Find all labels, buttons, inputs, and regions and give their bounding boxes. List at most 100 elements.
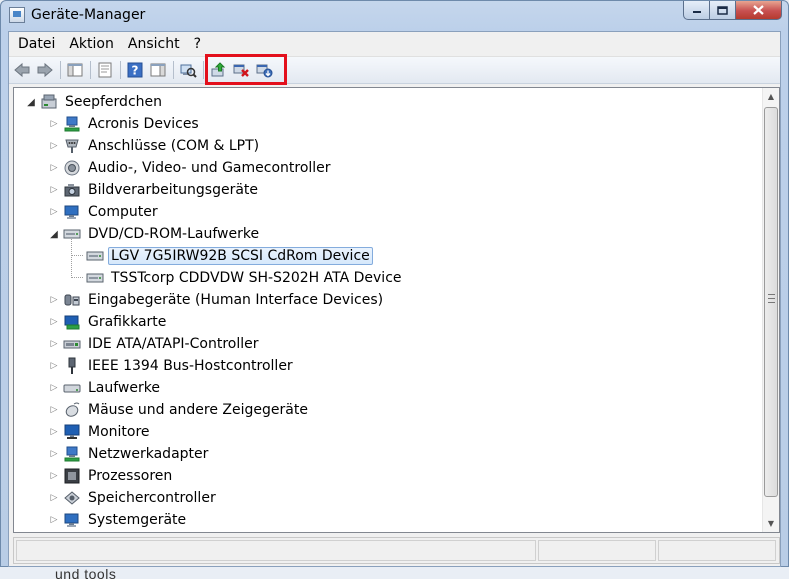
port-icon	[63, 137, 81, 155]
hid-icon	[63, 291, 81, 309]
expand-arrow-icon[interactable]: ▷	[47, 469, 61, 483]
menu-ansicht[interactable]: Ansicht	[121, 36, 187, 52]
collapse-arrow-icon[interactable]: ◢	[47, 227, 61, 241]
menu-bar: Datei Aktion Ansicht ?	[9, 32, 780, 57]
tree-category[interactable]: ▷ Prozessoren	[47, 465, 175, 487]
minimize-button[interactable]	[683, 1, 710, 20]
tree-category[interactable]: ▷ Speichercontroller	[47, 487, 219, 509]
tree-category[interactable]: ▷ Acronis Devices	[47, 113, 202, 135]
expand-arrow-icon[interactable]: ▷	[47, 161, 61, 175]
tree-connector	[71, 277, 83, 278]
expand-arrow-icon[interactable]: ▷	[47, 183, 61, 197]
svg-text:?: ?	[132, 64, 139, 78]
console-tree-icon	[67, 63, 83, 77]
scroll-up-arrow-icon[interactable]: ▲	[763, 88, 779, 105]
status-panel	[658, 540, 776, 561]
console-tree-button[interactable]	[65, 60, 85, 80]
collapse-arrow-icon[interactable]: ◢	[24, 95, 38, 109]
camera-icon	[63, 181, 81, 199]
forward-button[interactable]	[35, 60, 55, 80]
computer-icon	[63, 203, 81, 221]
tree-category[interactable]: ▷ Systemgeräte	[47, 509, 189, 531]
expand-arrow-icon[interactable]: ▷	[47, 491, 61, 505]
close-button[interactable]	[736, 1, 782, 20]
title-bar[interactable]: Geräte-Manager	[1, 1, 788, 29]
toolbar-separator	[120, 61, 121, 79]
maximize-button[interactable]	[710, 1, 736, 20]
forward-arrow-icon	[37, 62, 53, 78]
tree-category[interactable]: ▷ Anschlüsse (COM & LPT)	[47, 135, 262, 157]
tree-category[interactable]: ▷ Laufwerke	[47, 377, 163, 399]
device-tree-pane: ◢ Seepferdchen ▷ Acronis Devices ▷ Ansch…	[13, 87, 780, 533]
properties-icon	[98, 62, 112, 78]
expand-arrow-icon[interactable]: ▷	[47, 139, 61, 153]
device-manager-window: Geräte-Manager Datei Aktion Ansicht ? ? …	[0, 0, 789, 567]
scan-hardware-button[interactable]	[178, 60, 198, 80]
scroll-down-arrow-icon[interactable]: ▼	[763, 515, 779, 532]
tree-category-label: Laufwerke	[88, 380, 160, 396]
action-pane-button[interactable]	[148, 60, 168, 80]
expand-arrow-icon[interactable]: ▷	[47, 447, 61, 461]
tree-category-label: Grafikkarte	[88, 314, 167, 330]
toolbar-separator	[90, 61, 91, 79]
expand-arrow-icon[interactable]: ▷	[47, 381, 61, 395]
firewire-icon	[63, 357, 81, 375]
menu-help[interactable]: ?	[187, 36, 208, 52]
tree-category[interactable]: ▷ IDE ATA/ATAPI-Controller	[47, 333, 261, 355]
maximize-icon	[717, 5, 728, 15]
help-button[interactable]: ?	[125, 60, 145, 80]
toolbar-separator	[60, 61, 61, 79]
back-button[interactable]	[12, 60, 32, 80]
expand-arrow-icon[interactable]: ▷	[47, 513, 61, 527]
expand-arrow-icon[interactable]: ▷	[47, 293, 61, 307]
scan-hardware-icon	[180, 64, 197, 78]
tree-category-label: Anschlüsse (COM & LPT)	[88, 138, 260, 154]
tree-device-label: TSSTcorp CDDVDW SH-S202H ATA Device	[111, 270, 402, 286]
tree-category-label: Eingabegeräte (Human Interface Devices)	[88, 292, 384, 308]
expand-arrow-icon[interactable]: ▷	[47, 337, 61, 351]
expand-arrow-icon[interactable]: ▷	[47, 117, 61, 131]
menu-aktion[interactable]: Aktion	[62, 36, 121, 52]
expand-arrow-icon[interactable]: ▷	[47, 403, 61, 417]
properties-button[interactable]	[95, 60, 115, 80]
tree-category-label: Acronis Devices	[88, 116, 199, 132]
expand-arrow-icon[interactable]: ▷	[47, 425, 61, 439]
vertical-scrollbar[interactable]: ▲ ▼	[762, 88, 779, 532]
tree-category-label: Systemgeräte	[88, 512, 187, 528]
tree-category[interactable]: ▷ Grafikkarte	[47, 311, 169, 333]
tree-category[interactable]: ▷ Computer	[47, 201, 161, 223]
tree-category[interactable]: ▷ Mäuse und andere Zeigegeräte	[47, 399, 311, 421]
speaker-icon	[63, 159, 81, 177]
tree-category[interactable]: ▷ Audio-, Video- und Gamecontroller	[47, 157, 334, 179]
tree-root[interactable]: ◢ Seepferdchen	[24, 91, 165, 113]
tree-category-label: DVD/CD-ROM-Laufwerke	[88, 226, 260, 242]
device-manager-app-icon[interactable]	[9, 7, 25, 23]
expand-arrow-icon[interactable]: ▷	[47, 205, 61, 219]
tree-root-label: Seepferdchen	[65, 94, 162, 110]
expand-arrow-icon[interactable]: ▷	[47, 359, 61, 373]
tree-category-label: Computer	[88, 204, 158, 220]
scrollbar-thumb[interactable]	[764, 107, 778, 497]
processor-icon	[63, 467, 81, 485]
tree-device-label: LGV 7G5IRW92B SCSI CdRom Device	[108, 247, 373, 265]
toolbar-separator	[173, 61, 174, 79]
background-window-text: und tools	[55, 566, 117, 579]
expand-arrow-icon[interactable]: ▷	[47, 315, 61, 329]
tree-device[interactable]: TSSTcorp CDDVDW SH-S202H ATA Device	[84, 267, 405, 289]
tree-category[interactable]: ▷ Monitore	[47, 421, 153, 443]
help-icon: ?	[127, 62, 143, 78]
tree-category-label: Netzwerkadapter	[88, 446, 209, 462]
client-area: Datei Aktion Ansicht ? ? ◢ Seepferdchen …	[8, 31, 781, 567]
optical-drive-icon	[63, 225, 81, 243]
tree-category[interactable]: ▷ IEEE 1394 Bus-Hostcontroller	[47, 355, 296, 377]
tree-device-selected[interactable]: LGV 7G5IRW92B SCSI CdRom Device	[84, 245, 373, 267]
storage-controller-icon	[63, 489, 81, 507]
menu-datei[interactable]: Datei	[11, 36, 62, 52]
tree-category-label: Speichercontroller	[88, 490, 216, 506]
tree-category[interactable]: ▷ Eingabegeräte (Human Interface Devices…	[47, 289, 386, 311]
tree-category-expanded[interactable]: ◢ DVD/CD-ROM-Laufwerke	[47, 223, 262, 245]
tree-category[interactable]: ▷ Netzwerkadapter	[47, 443, 211, 465]
tree-category[interactable]: ▷ Bildverarbeitungsgeräte	[47, 179, 261, 201]
close-icon	[753, 5, 764, 15]
caption-buttons	[683, 1, 782, 20]
